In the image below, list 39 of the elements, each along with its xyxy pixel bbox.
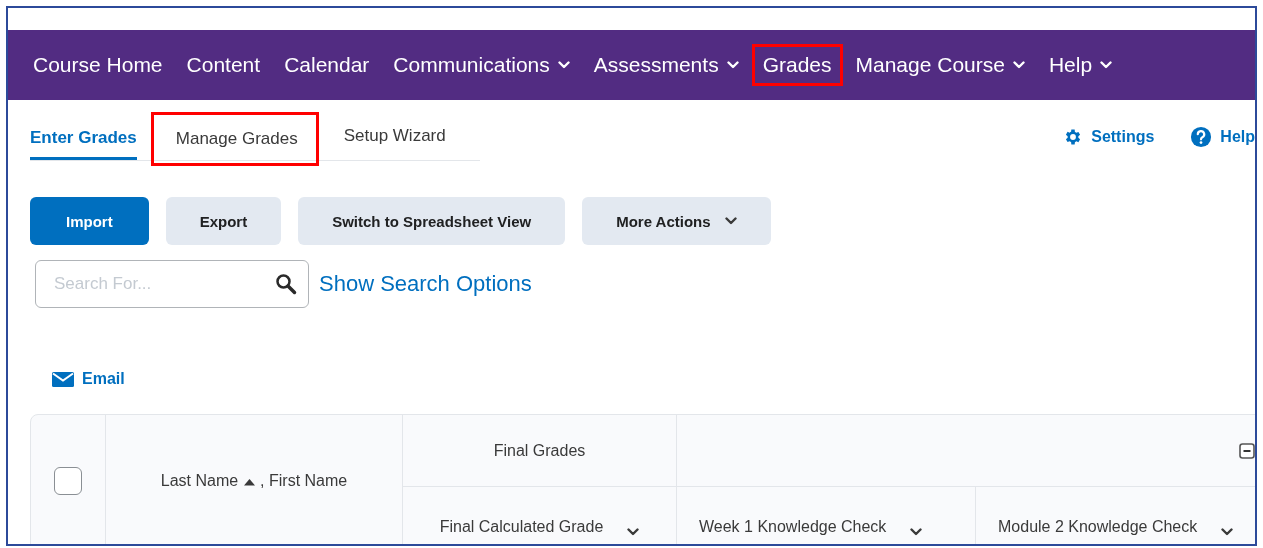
column-header[interactable]: Final Calculated Grade: [439, 518, 604, 536]
tab[interactable]: Setup Wizard: [340, 114, 449, 158]
search-icon[interactable]: [275, 273, 297, 295]
nav-item[interactable]: Help: [1037, 44, 1124, 86]
nav-item[interactable]: Grades: [751, 44, 843, 86]
chevron-down-icon: [1221, 528, 1234, 536]
help-icon: [1190, 126, 1213, 148]
action-button[interactable]: Import: [30, 197, 149, 245]
action-button[interactable]: Switch to Spreadsheet View: [298, 197, 566, 245]
email-link[interactable]: Email: [82, 370, 125, 388]
chevron-down-icon: [1012, 61, 1025, 69]
nav-item[interactable]: Assessments: [582, 44, 750, 86]
envelope-icon: [52, 371, 74, 387]
chevron-down-icon: [627, 528, 640, 536]
chevron-down-icon: [724, 217, 737, 225]
select-all-checkbox[interactable]: [54, 466, 82, 495]
chevron-down-icon: [1100, 61, 1113, 69]
help-link[interactable]: Help: [1220, 128, 1255, 146]
sort-up-icon[interactable]: [242, 477, 256, 486]
action-button[interactable]: More Actions: [582, 197, 771, 245]
nav-item[interactable]: Calendar: [273, 44, 381, 86]
action-button[interactable]: Export: [165, 197, 282, 245]
chevron-down-icon: [726, 61, 739, 69]
chevron-down-icon: [910, 528, 923, 536]
column-header[interactable]: Week 1 Knowledge Check: [699, 518, 887, 536]
nav-item[interactable]: Communications: [382, 44, 581, 86]
chevron-down-icon: [557, 61, 570, 69]
nav-item[interactable]: Content: [175, 44, 272, 86]
search-options-link[interactable]: Show Search Options: [319, 271, 532, 297]
nav-item[interactable]: Manage Course: [844, 44, 1036, 86]
nav-item[interactable]: Course Home: [22, 44, 174, 86]
collapse-icon[interactable]: [1239, 442, 1255, 459]
tab[interactable]: Manage Grades: [150, 112, 319, 166]
tab[interactable]: Enter Grades: [30, 115, 137, 160]
group-header: Final Grades: [493, 441, 586, 460]
column-header[interactable]: Module 2 Knowledge Check: [998, 518, 1198, 536]
settings-link[interactable]: Settings: [1091, 128, 1155, 146]
search-field[interactable]: Search For...: [35, 260, 309, 308]
name-column-header[interactable]: Last Name , First Name: [160, 471, 348, 490]
